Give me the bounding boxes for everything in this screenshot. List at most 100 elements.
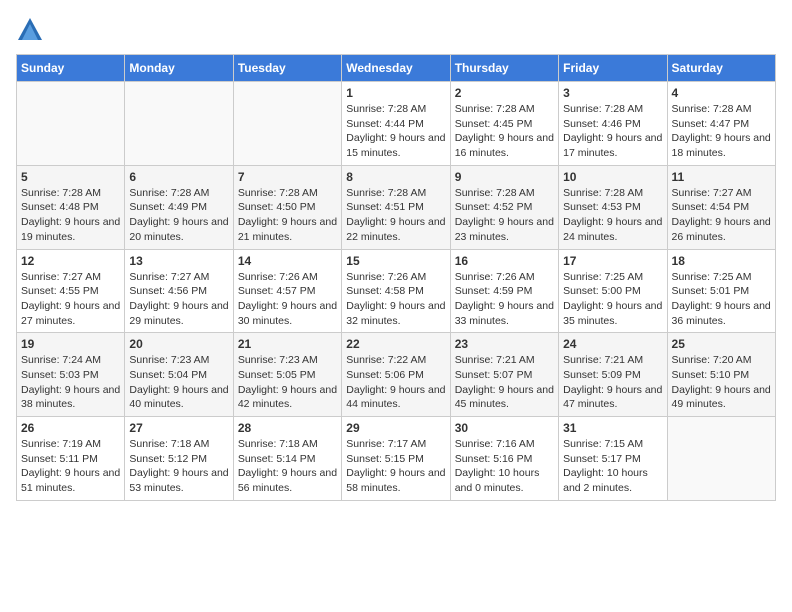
day-number: 8 [346,170,445,184]
sunrise-text: Sunrise: 7:28 AM [563,186,662,201]
day-header-tuesday: Tuesday [233,55,341,82]
daylight-text: Daylight: 9 hours and 47 minutes. [563,383,662,412]
day-number: 11 [672,170,771,184]
daylight-text: Daylight: 9 hours and 42 minutes. [238,383,337,412]
calendar-cell: 7Sunrise: 7:28 AMSunset: 4:50 PMDaylight… [233,165,341,249]
week-row-5: 26Sunrise: 7:19 AMSunset: 5:11 PMDayligh… [17,417,776,501]
sunrise-text: Sunrise: 7:28 AM [129,186,228,201]
sunrise-text: Sunrise: 7:28 AM [346,186,445,201]
day-info: Sunrise: 7:28 AMSunset: 4:45 PMDaylight:… [455,102,554,161]
daylight-text: Daylight: 9 hours and 20 minutes. [129,215,228,244]
calendar-cell: 13Sunrise: 7:27 AMSunset: 4:56 PMDayligh… [125,249,233,333]
day-number: 31 [563,421,662,435]
sunset-text: Sunset: 5:14 PM [238,452,337,467]
day-info: Sunrise: 7:18 AMSunset: 5:12 PMDaylight:… [129,437,228,496]
day-header-friday: Friday [559,55,667,82]
week-row-2: 5 Sunrise: 7:28 AMSunset: 4:48 PMDaylight… [17,165,776,249]
week-row-1: 1Sunrise: 7:28 AMSunset: 4:44 PMDaylight… [17,82,776,166]
calendar-cell: 4Sunrise: 7:28 AMSunset: 4:47 PMDaylight… [667,82,775,166]
sunrise-text: Sunrise: 7:19 AM [21,437,120,452]
sunset-text: Sunset: 5:07 PM [455,368,554,383]
calendar-cell: 8Sunrise: 7:28 AMSunset: 4:51 PMDaylight… [342,165,450,249]
sunset-text: Sunset: 4:58 PM [346,284,445,299]
day-number: 5 [21,170,120,184]
calendar-cell [17,82,125,166]
sunrise-text: Sunrise: 7:21 AM [563,353,662,368]
sunset-text: Sunset: 4:59 PM [455,284,554,299]
day-number: 20 [129,337,228,351]
sunrise-text: Sunrise: 7:25 AM [672,270,771,285]
day-info: Sunrise: 7:23 AMSunset: 5:04 PMDaylight:… [129,353,228,412]
sunset-text: Sunset: 5:06 PM [346,368,445,383]
day-info: Sunrise: 7:19 AMSunset: 5:11 PMDaylight:… [21,437,120,496]
sunset-text: Sunset: 5:01 PM [672,284,771,299]
calendar-cell: 25 Sunrise: 7:20 AMSunset: 5:10 PMDayligh… [667,333,775,417]
day-info: Sunrise: 7:27 AMSunset: 4:56 PMDaylight:… [129,270,228,329]
calendar-cell: 9Sunrise: 7:28 AMSunset: 4:52 PMDaylight… [450,165,558,249]
day-info: Sunrise: 7:28 AMSunset: 4:48 PMDaylight:… [21,186,120,245]
sunset-text: Sunset: 5:10 PM [672,368,771,383]
day-info: Sunrise: 7:15 AMSunset: 5:17 PMDaylight:… [563,437,662,496]
sunset-text: Sunset: 4:54 PM [672,200,771,215]
daylight-text: Daylight: 9 hours and 17 minutes. [563,131,662,160]
day-number: 21 [238,337,337,351]
sunset-text: Sunset: 5:15 PM [346,452,445,467]
day-info: Sunrise: 7:27 AMSunset: 4:54 PMDaylight:… [672,186,771,245]
sunrise-text: Sunrise: 7:28 AM [563,102,662,117]
day-info: Sunrise: 7:28 AMSunset: 4:53 PMDaylight:… [563,186,662,245]
sunrise-text: Sunrise: 7:23 AM [129,353,228,368]
daylight-text: Daylight: 9 hours and 30 minutes. [238,299,337,328]
day-number: 22 [346,337,445,351]
calendar-cell: 22Sunrise: 7:22 AMSunset: 5:06 PMDayligh… [342,333,450,417]
daylight-text: Daylight: 9 hours and 44 minutes. [346,383,445,412]
sunrise-text: Sunrise: 7:26 AM [455,270,554,285]
day-number: 24 [563,337,662,351]
sunset-text: Sunset: 5:11 PM [21,452,120,467]
daylight-text: Daylight: 9 hours and 19 minutes. [21,215,120,244]
day-number: 27 [129,421,228,435]
sunset-text: Sunset: 4:49 PM [129,200,228,215]
sunset-text: Sunset: 5:03 PM [21,368,120,383]
day-info: Sunrise: 7:28 AMSunset: 4:47 PMDaylight:… [672,102,771,161]
calendar-cell: 23Sunrise: 7:21 AMSunset: 5:07 PMDayligh… [450,333,558,417]
calendar-cell [233,82,341,166]
sunset-text: Sunset: 4:51 PM [346,200,445,215]
day-info: Sunrise: 7:26 AMSunset: 4:58 PMDaylight:… [346,270,445,329]
daylight-text: Daylight: 9 hours and 45 minutes. [455,383,554,412]
daylight-text: Daylight: 9 hours and 23 minutes. [455,215,554,244]
calendar-cell: 2Sunrise: 7:28 AMSunset: 4:45 PMDaylight… [450,82,558,166]
sunrise-text: Sunrise: 7:28 AM [455,186,554,201]
days-header-row: SundayMondayTuesdayWednesdayThursdayFrid… [17,55,776,82]
calendar-cell [125,82,233,166]
calendar-cell [667,417,775,501]
day-info: Sunrise: 7:28 AMSunset: 4:50 PMDaylight:… [238,186,337,245]
day-number: 25 [672,337,771,351]
day-number: 14 [238,254,337,268]
calendar-cell: 20 Sunrise: 7:23 AMSunset: 5:04 PMDayligh… [125,333,233,417]
daylight-text: Daylight: 10 hours and 0 minutes. [455,466,554,495]
sunrise-text: Sunrise: 7:17 AM [346,437,445,452]
day-info: Sunrise: 7:26 AMSunset: 4:59 PMDaylight:… [455,270,554,329]
day-info: Sunrise: 7:20 AMSunset: 5:10 PMDaylight:… [672,353,771,412]
calendar-cell: 17Sunrise: 7:25 AMSunset: 5:00 PMDayligh… [559,249,667,333]
day-info: Sunrise: 7:28 AMSunset: 4:44 PMDaylight:… [346,102,445,161]
day-number: 9 [455,170,554,184]
sunrise-text: Sunrise: 7:28 AM [455,102,554,117]
day-number: 19 [21,337,120,351]
day-number: 12 [21,254,120,268]
sunset-text: Sunset: 4:56 PM [129,284,228,299]
sunrise-text: Sunrise: 7:26 AM [346,270,445,285]
day-number: 30 [455,421,554,435]
sunrise-text: Sunrise: 7:26 AM [238,270,337,285]
day-header-sunday: Sunday [17,55,125,82]
daylight-text: Daylight: 9 hours and 35 minutes. [563,299,662,328]
day-info: Sunrise: 7:17 AMSunset: 5:15 PMDaylight:… [346,437,445,496]
day-number: 29 [346,421,445,435]
sunset-text: Sunset: 4:50 PM [238,200,337,215]
calendar-cell: 5 Sunrise: 7:28 AMSunset: 4:48 PMDaylight… [17,165,125,249]
daylight-text: Daylight: 9 hours and 15 minutes. [346,131,445,160]
sunset-text: Sunset: 5:04 PM [129,368,228,383]
day-number: 15 [346,254,445,268]
sunset-text: Sunset: 5:05 PM [238,368,337,383]
sunrise-text: Sunrise: 7:27 AM [21,270,120,285]
